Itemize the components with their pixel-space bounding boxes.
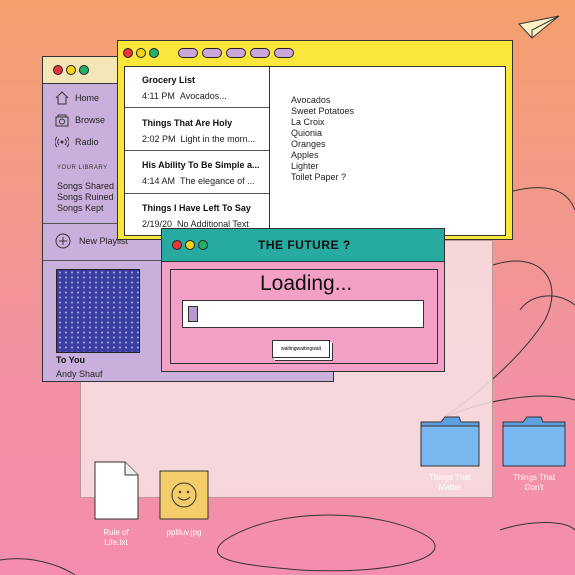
nav-browse-label: Browse <box>75 115 106 125</box>
note-item[interactable]: Grocery List 4:11 PM Avocados... <box>142 75 264 101</box>
note-line: La Croix <box>291 117 325 127</box>
file-ppliluv[interactable]: ppliluv.jpg <box>158 470 210 538</box>
close-button[interactable] <box>53 65 63 75</box>
folder-things-that-matter[interactable]: Things That Matter <box>419 414 481 493</box>
notes-list: Grocery List 4:11 PM Avocados... Things … <box>125 67 270 235</box>
folder-label: Things That Matter <box>428 473 472 492</box>
maximize-button[interactable] <box>79 65 89 75</box>
note-preview: The elegance of ... <box>180 176 255 186</box>
library-item-songs-shared[interactable]: Songs Shared <box>57 181 114 191</box>
now-playing-artist: Andy Shauf <box>56 369 103 379</box>
future-window: THE FUTURE ? Loading... waitingwaitingwa… <box>161 228 445 372</box>
note-preview: Avocados... <box>179 91 227 101</box>
nav-item-radio[interactable]: Radio <box>55 135 99 149</box>
note-item[interactable]: His Ability To Be Simple a... 4:14 AM Th… <box>142 160 264 186</box>
toolbar-pills <box>178 48 294 58</box>
note-line: Toilet Paper ? <box>291 172 347 182</box>
nav-radio-label: Radio <box>75 137 99 147</box>
maximize-button[interactable] <box>149 48 159 58</box>
paper-plane-icon <box>518 15 560 39</box>
folder-icon <box>420 416 480 467</box>
library-heading: YOUR LIBRARY <box>57 165 108 171</box>
maximize-button[interactable] <box>198 240 208 250</box>
file-label: ppliluv.jpg <box>166 528 202 537</box>
toolbar-pill[interactable] <box>250 48 270 58</box>
notes-content: Grocery List 4:11 PM Avocados... Things … <box>124 66 506 236</box>
toolbar-pill[interactable] <box>274 48 294 58</box>
note-line: Apples <box>291 150 319 160</box>
note-line: Sweet Potatoes <box>291 106 355 116</box>
file-label: Rule of Life.txt <box>103 528 129 547</box>
note-time: 2:02 PM <box>142 134 176 144</box>
progress-bar <box>182 300 424 328</box>
note-meta: 4:11 PM Avocados... <box>142 91 264 101</box>
folder-things-that-dont[interactable]: Things That Don't <box>501 414 567 493</box>
library-item-songs-kept[interactable]: Songs Kept <box>57 203 104 213</box>
plus-circle-icon <box>55 233 71 249</box>
notes-window: Grocery List 4:11 PM Avocados... Things … <box>117 40 513 240</box>
progress-fill <box>188 306 198 322</box>
note-line: Avocados <box>291 95 331 105</box>
waiting-button[interactable]: waitingwaitingwait <box>272 340 330 358</box>
now-playing-song: To You <box>56 355 85 365</box>
nav-home-label: Home <box>75 93 100 103</box>
note-item[interactable]: Things That Are Holy 2:02 PM Light in th… <box>142 118 264 144</box>
home-icon <box>55 91 69 105</box>
note-body[interactable]: Avocados Sweet Potatoes La Croix Quionia… <box>291 95 354 183</box>
future-titlebar: THE FUTURE ? <box>162 229 444 262</box>
toolbar-pill[interactable] <box>178 48 198 58</box>
notes-titlebar <box>118 41 512 65</box>
window-title: THE FUTURE ? <box>258 238 351 252</box>
note-meta: 2:02 PM Light in the morn... <box>142 134 264 144</box>
minimize-button[interactable] <box>185 240 195 250</box>
folder-label: Things That Don't <box>512 473 556 492</box>
file-rule-of-life[interactable]: Rule of Life.txt <box>90 461 142 548</box>
window-controls <box>53 65 89 75</box>
close-button[interactable] <box>172 240 182 250</box>
browse-icon <box>55 114 69 127</box>
minimize-button[interactable] <box>136 48 146 58</box>
note-line: Oranges <box>291 139 326 149</box>
note-line: Quionia <box>291 128 323 138</box>
note-item[interactable]: Things I Have Left To Say 2/19/20 No Add… <box>142 203 264 229</box>
window-controls <box>123 48 159 58</box>
note-meta: 4:14 AM The elegance of ... <box>142 176 264 186</box>
divider <box>125 150 269 151</box>
note-time: 4:11 PM <box>142 91 175 101</box>
window-controls <box>172 240 208 250</box>
library-item-songs-ruined[interactable]: Songs Ruined <box>57 192 114 202</box>
note-title: Grocery List <box>142 75 196 85</box>
note-time: 4:14 AM <box>142 176 176 186</box>
loading-text: Loading... <box>260 272 353 295</box>
album-art[interactable] <box>56 269 140 353</box>
note-title: His Ability To Be Simple a... <box>142 160 260 170</box>
smiley-image-icon <box>159 470 209 520</box>
minimize-button[interactable] <box>66 65 76 75</box>
radio-icon <box>55 136 69 148</box>
nav-item-browse[interactable]: Browse <box>55 113 105 127</box>
divider <box>125 193 269 194</box>
folder-icon <box>502 416 566 467</box>
close-button[interactable] <box>123 48 133 58</box>
toolbar-pill[interactable] <box>202 48 222 58</box>
nav-item-home[interactable]: Home <box>55 91 99 105</box>
note-title: Things I Have Left To Say <box>142 203 251 213</box>
toolbar-pill[interactable] <box>226 48 246 58</box>
document-icon <box>94 461 139 520</box>
note-preview: Light in the morn... <box>180 134 256 144</box>
divider <box>125 107 269 108</box>
note-line: Lighter <box>291 161 319 171</box>
note-title: Things That Are Holy <box>142 118 233 128</box>
